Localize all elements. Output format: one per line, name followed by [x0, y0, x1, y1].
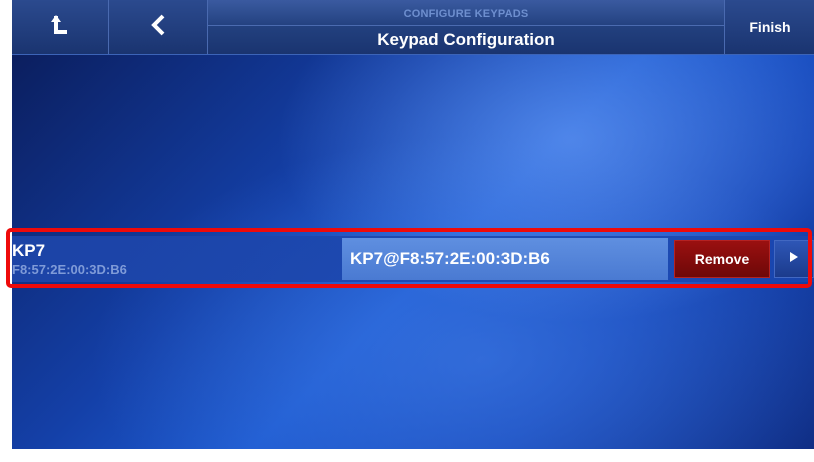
page-title: Keypad Configuration: [377, 30, 555, 49]
title-area: CONFIGURE KEYPADS Keypad Configuration: [208, 0, 724, 54]
screen: CONFIGURE KEYPADS Keypad Configuration F…: [0, 0, 814, 462]
top-bar: CONFIGURE KEYPADS Keypad Configuration F…: [12, 0, 814, 55]
home-arrow-up-icon: [50, 14, 70, 41]
page-subtitle: CONFIGURE KEYPADS: [403, 8, 529, 20]
back-button[interactable]: [109, 0, 208, 54]
keypad-config-panel: CONFIGURE KEYPADS Keypad Configuration F…: [12, 0, 814, 449]
title-divider: [208, 25, 724, 26]
row-highlight-box: [6, 228, 812, 288]
finish-button[interactable]: Finish: [724, 0, 814, 54]
chevron-left-icon: [150, 14, 166, 41]
home-button[interactable]: [12, 0, 109, 54]
